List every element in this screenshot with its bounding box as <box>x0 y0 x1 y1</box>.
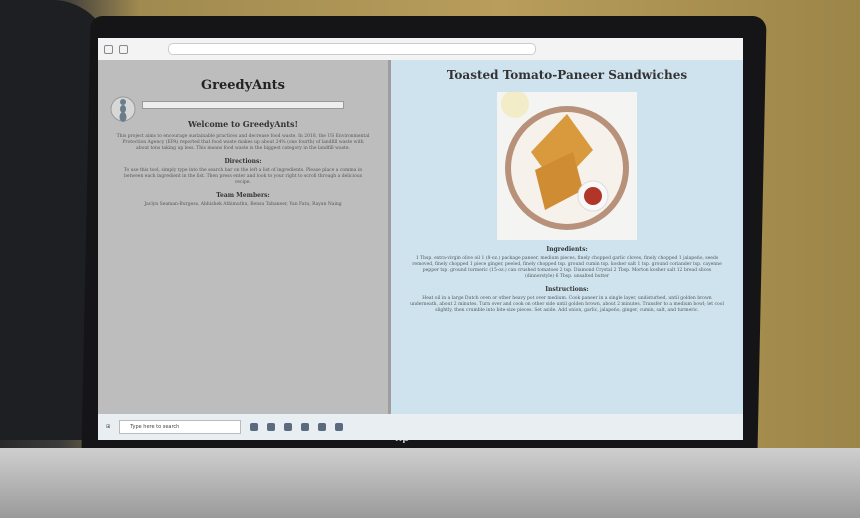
recipe-panel: Toasted Tomato-Paneer Sandwiches Ingredi… <box>391 60 743 414</box>
instructions-heading: Instructions: <box>545 286 589 293</box>
laptop-keyboard-deck <box>0 448 860 518</box>
page-content: GreedyAnts Welcome to GreedyAnts! This p… <box>98 60 743 414</box>
instructions-text: Heat oil in a large Dutch oven or other … <box>410 296 724 313</box>
welcome-heading: Welcome to GreedyAnts! <box>187 119 299 129</box>
taskbar-app-icon[interactable] <box>250 423 259 431</box>
directions-text: To use this tool, simply type into the s… <box>123 168 363 185</box>
recipe-title: Toasted Tomato-Paneer Sandwiches <box>446 68 688 82</box>
windows-taskbar: ⊞ Type here to search <box>98 414 743 440</box>
team-heading: Team Members: <box>216 192 270 199</box>
taskbar-app-icon[interactable] <box>335 423 344 431</box>
taskbar-app-icon[interactable] <box>284 423 293 431</box>
ingredients-heading: Ingredients: <box>546 246 588 253</box>
back-icon[interactable] <box>104 44 113 54</box>
brand-title: GreedyAnts <box>201 78 285 93</box>
laptop-screen: GreedyAnts Welcome to GreedyAnts! This p… <box>98 38 743 440</box>
windows-start-icon[interactable]: ⊞ <box>106 424 110 430</box>
ant-logo-icon <box>110 96 136 122</box>
intro-text: This project aims to encourage sustainab… <box>116 134 370 151</box>
left-panel: GreedyAnts Welcome to GreedyAnts! This p… <box>98 60 388 414</box>
taskbar-app-icon[interactable] <box>318 423 327 431</box>
browser-toolbar <box>98 38 743 61</box>
taskbar-search-input[interactable]: Type here to search <box>119 420 242 434</box>
ingredients-text: 1 Tbsp. extra-virgin olive oil 1 (8-oz.)… <box>412 256 722 279</box>
recipe-photo <box>497 90 637 240</box>
refresh-icon[interactable] <box>119 44 128 54</box>
ingredient-search-input[interactable] <box>142 101 344 109</box>
taskbar-app-icon[interactable] <box>301 423 310 431</box>
directions-heading: Directions: <box>224 158 262 165</box>
team-text: Jaclyn Seaman-Burgess, Abhishek Athimuth… <box>144 202 342 207</box>
address-bar[interactable] <box>168 43 536 55</box>
taskbar-app-icon[interactable] <box>267 423 276 431</box>
